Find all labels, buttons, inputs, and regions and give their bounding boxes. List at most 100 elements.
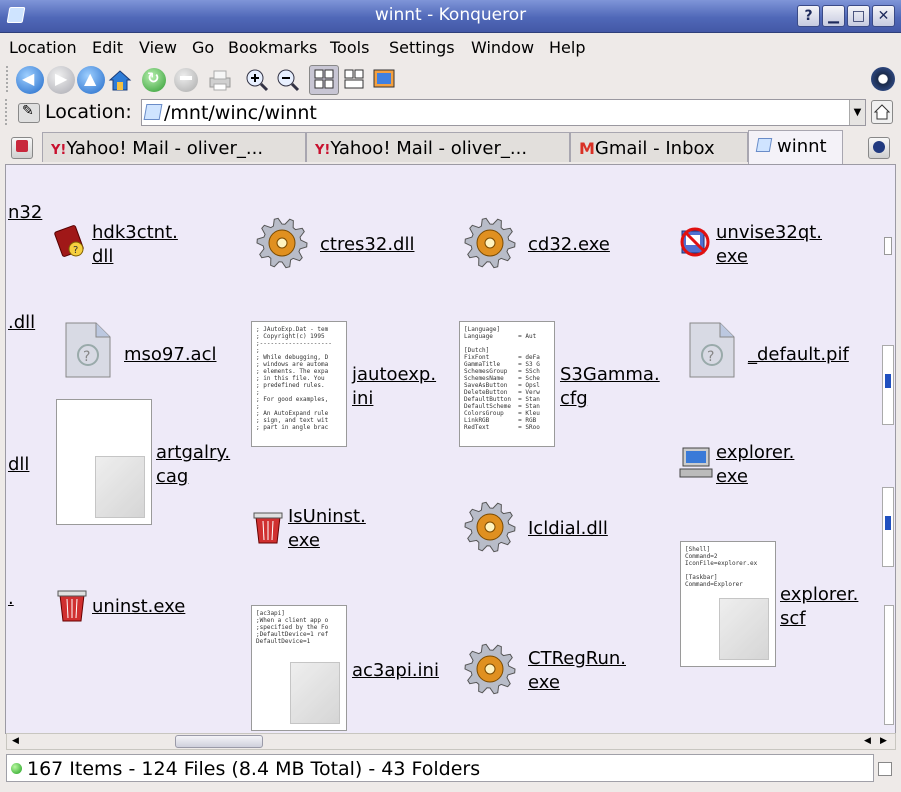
file-label[interactable]: uninst.exe <box>92 595 185 619</box>
text-preview-thumbnail[interactable]: [Language] Language = Aut [Dutch] FixFon… <box>459 321 555 447</box>
gear-icon[interactable] <box>252 215 312 271</box>
minimize-button[interactable]: ▁ <box>822 5 845 27</box>
file-label[interactable]: ac3api.ini <box>352 659 439 683</box>
yahoo-icon: Y! <box>51 143 67 158</box>
computer-icon[interactable] <box>678 447 714 479</box>
history-dropdown-button[interactable]: ▼ <box>849 100 865 125</box>
svg-text:?: ? <box>73 245 78 256</box>
preview-icon[interactable] <box>372 67 398 93</box>
menu-settings[interactable]: Settings <box>389 38 455 57</box>
new-tab-button[interactable] <box>11 137 33 159</box>
file-label[interactable]: IsUninst. exe <box>288 505 366 553</box>
tab-bar: Y!Yahoo! Mail - oliver_... Y!Yahoo! Mail… <box>0 130 901 164</box>
uninstall-icon[interactable] <box>678 225 712 259</box>
yahoo-icon: Y! <box>315 143 331 158</box>
tab-yahoo-mail-1[interactable]: Y!Yahoo! Mail - oliver_... <box>42 132 306 162</box>
scroll-left-button-2[interactable]: ◀ <box>861 735 874 748</box>
file-label[interactable]: mso97.acl <box>124 343 216 367</box>
view-mode-2-icon[interactable] <box>342 67 368 93</box>
menu-window[interactable]: Window <box>471 38 534 57</box>
home-icon[interactable] <box>108 68 132 92</box>
file-icon-view[interactable]: n32 .dll dll . ? hdk3ctnt. dll ctres32.dl… <box>5 164 896 734</box>
konqueror-throbber-icon <box>871 67 895 91</box>
menu-bar: Location Edit View Go Bookmarks Tools Se… <box>0 34 901 62</box>
partial-file-icon[interactable] <box>884 237 892 255</box>
menu-location[interactable]: Location <box>9 38 77 57</box>
stop-icon[interactable] <box>174 68 198 92</box>
partial-file-icon[interactable] <box>884 605 894 725</box>
help-book-icon[interactable]: ? <box>54 225 88 259</box>
link-view-checkbox[interactable] <box>878 762 892 776</box>
text-preview-thumbnail[interactable]: [Shell] Command=2 IconFile=explorer.ex [… <box>680 541 776 667</box>
file-label[interactable]: cd32.exe <box>528 233 610 257</box>
file-label[interactable]: hdk3ctnt. dll <box>92 221 178 269</box>
horizontal-scrollbar[interactable]: ◀ ◀ ▶ <box>6 733 896 750</box>
svg-text:?: ? <box>707 349 714 365</box>
file-label[interactable]: S3Gamma. cfg <box>560 363 660 411</box>
zoom-in-icon[interactable] <box>245 68 269 92</box>
title-bar[interactable]: winnt - Konqueror ? ▁ □ ✕ <box>0 0 901 33</box>
menu-go[interactable]: Go <box>192 38 214 57</box>
scroll-right-button[interactable]: ▶ <box>877 735 890 748</box>
print-icon[interactable] <box>208 68 232 92</box>
location-label: Location: <box>45 101 132 123</box>
location-toolbar: ✎ Location: /mnt/winc/winnt ▼ <box>0 97 901 129</box>
scroll-left-button[interactable]: ◀ <box>9 735 22 748</box>
window-title: winnt - Konqueror <box>374 5 527 25</box>
reload-icon[interactable]: ↻ <box>142 68 166 92</box>
file-label[interactable]: _default.pif <box>748 343 849 367</box>
blank-document-thumbnail[interactable] <box>56 399 152 525</box>
toolbar-handle[interactable] <box>5 99 11 125</box>
main-toolbar: ◀ ▶ ▲ ↻ <box>0 62 901 97</box>
file-label[interactable]: unvise32qt. exe <box>716 221 822 269</box>
forward-icon[interactable]: ▶ <box>47 66 75 94</box>
menu-edit[interactable]: Edit <box>92 38 123 57</box>
close-button[interactable]: ✕ <box>872 5 895 27</box>
partial-file-icon[interactable] <box>882 487 894 567</box>
file-label[interactable]: CTRegRun. exe <box>528 647 626 695</box>
view-mode-icon[interactable] <box>309 65 339 95</box>
text-preview-thumbnail[interactable]: [ac3api] ;When a client app o ;specified… <box>251 605 347 731</box>
clear-location-icon[interactable]: ✎ <box>18 103 40 123</box>
gear-icon[interactable] <box>460 215 520 271</box>
tab-winnt[interactable]: winnt <box>748 130 843 164</box>
tab-gmail[interactable]: MGmail - Inbox <box>570 132 748 162</box>
menu-bookmarks[interactable]: Bookmarks <box>228 38 317 57</box>
trash-installer-icon[interactable] <box>56 587 88 623</box>
location-field[interactable]: /mnt/winc/winnt ▼ <box>141 99 866 126</box>
file-label[interactable]: explorer. scf <box>780 583 858 631</box>
tab-yahoo-mail-2[interactable]: Y!Yahoo! Mail - oliver_... <box>306 132 570 162</box>
text-preview-thumbnail[interactable]: ; JAutoExp.Dat - tem ; Copyright(c) 1995… <box>251 321 347 447</box>
menu-view[interactable]: View <box>139 38 177 57</box>
unknown-file-icon[interactable]: ? <box>64 321 112 379</box>
file-label[interactable]: Icldial.dll <box>528 517 608 541</box>
back-icon[interactable]: ◀ <box>16 66 44 94</box>
folder-icon <box>755 138 773 152</box>
location-input[interactable]: /mnt/winc/winnt <box>164 102 317 124</box>
scrollbar-thumb[interactable] <box>175 735 263 748</box>
partial-file-label[interactable]: dll <box>8 453 29 477</box>
partial-file-label[interactable]: .dll <box>8 311 35 335</box>
file-label[interactable]: artgalry. cag <box>156 441 230 489</box>
zoom-out-icon[interactable] <box>276 68 300 92</box>
file-label[interactable]: jautoexp. ini <box>352 363 436 411</box>
go-button[interactable] <box>871 100 893 124</box>
partial-file-label[interactable]: n32 <box>8 201 42 225</box>
unknown-file-icon[interactable]: ? <box>688 321 736 379</box>
menu-help[interactable]: Help <box>549 38 585 57</box>
up-icon[interactable]: ▲ <box>77 66 105 94</box>
status-panel: 167 Items - 124 Files (8.4 MB Total) - 4… <box>6 754 874 782</box>
status-text: 167 Items - 124 Files (8.4 MB Total) - 4… <box>27 758 481 780</box>
help-button[interactable]: ? <box>797 5 820 27</box>
menu-tools[interactable]: Tools <box>330 38 369 57</box>
partial-file-icon[interactable] <box>882 345 894 425</box>
maximize-button[interactable]: □ <box>847 5 870 27</box>
trash-installer-icon[interactable] <box>252 509 284 545</box>
close-tab-button[interactable] <box>868 137 890 159</box>
gear-icon[interactable] <box>460 641 520 697</box>
file-label[interactable]: ctres32.dll <box>320 233 414 257</box>
toolbar-handle[interactable] <box>6 66 12 92</box>
partial-file-label[interactable]: . <box>8 587 14 611</box>
gear-icon[interactable] <box>460 499 520 555</box>
file-label[interactable]: explorer. exe <box>716 441 794 489</box>
